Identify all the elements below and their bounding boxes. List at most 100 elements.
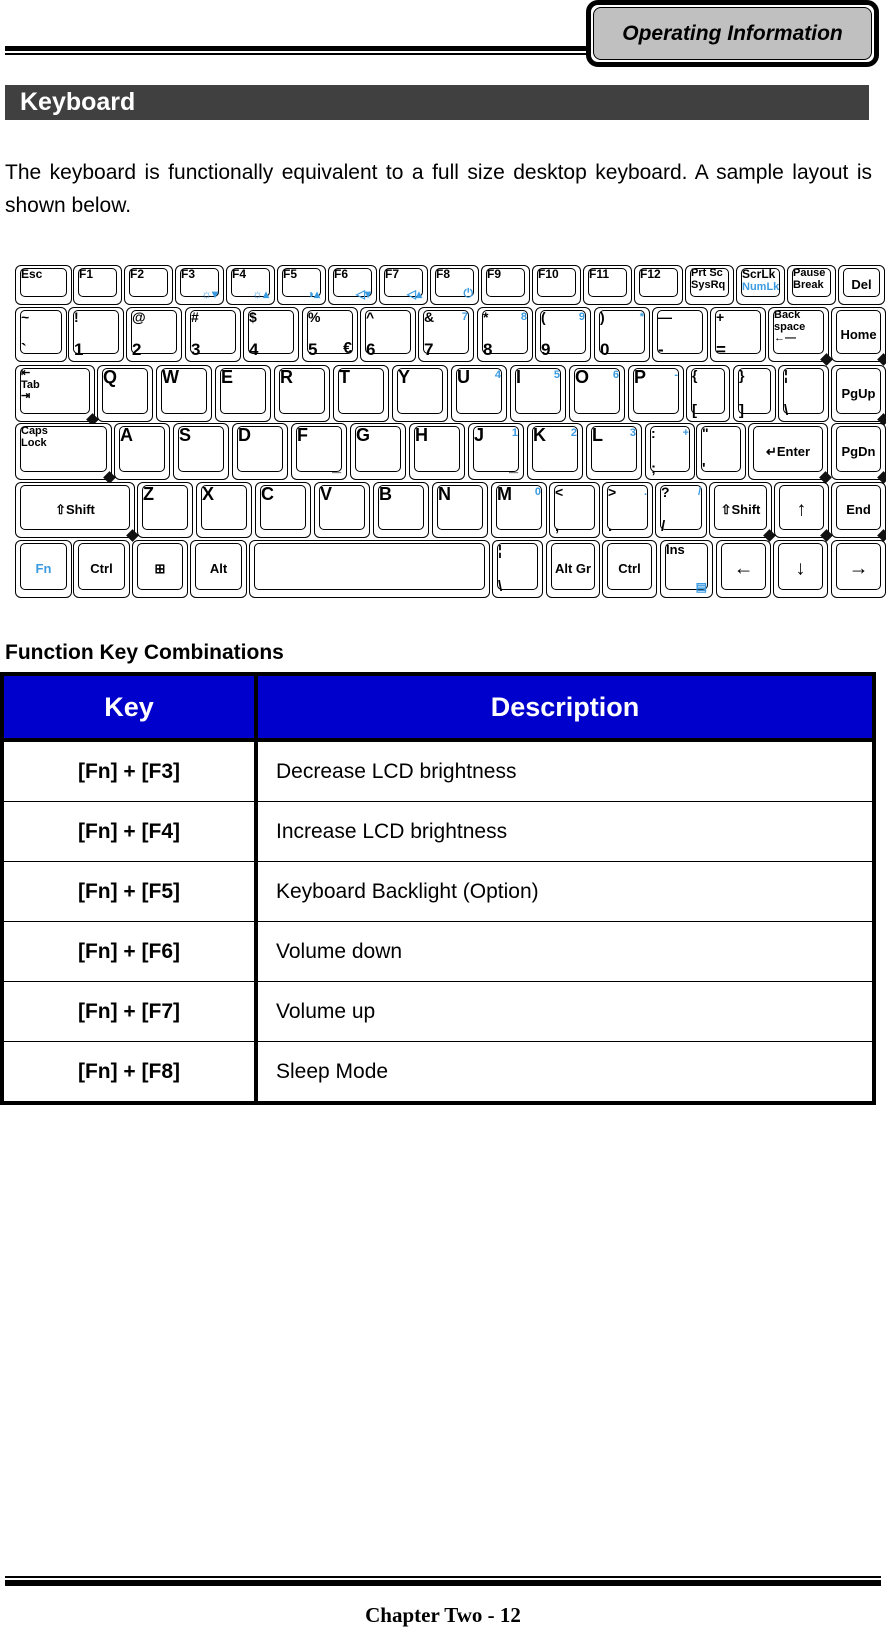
key-shift[interactable]: ⇧Shift: [15, 482, 135, 538]
key-fn-label: 3: [629, 427, 636, 439]
key-key-5-2[interactable]: ⊞: [132, 540, 188, 598]
key-key-1-2[interactable]: @2: [126, 307, 182, 362]
key-key-1-12[interactable]: + =: [710, 307, 766, 362]
key-alt-gr[interactable]: Alt Gr: [546, 540, 600, 598]
keycap: [783, 368, 824, 414]
key-e[interactable]: E: [215, 365, 271, 422]
key-label: ⇧Shift: [55, 502, 95, 518]
key-f3[interactable]: F3 ☼▾: [175, 265, 224, 305]
key-caps[interactable]: Caps Lock: [15, 423, 112, 480]
key-fn[interactable]: Fn: [15, 540, 72, 598]
key-space[interactable]: [249, 540, 490, 598]
key-pause[interactable]: Pause Break: [787, 265, 836, 305]
key-f2[interactable]: F2: [124, 265, 173, 305]
key-key-4-8[interactable]: <,: [549, 482, 600, 538]
key-alt[interactable]: Alt: [190, 540, 247, 598]
key-n[interactable]: N: [432, 482, 488, 538]
key-shift[interactable]: ⇧Shift: [709, 482, 772, 538]
key-k[interactable]: K2: [527, 423, 583, 480]
key-p[interactable]: P-: [628, 365, 684, 422]
key-ins[interactable]: Ins ▤: [660, 540, 713, 598]
key-key-4-9[interactable]: >..: [602, 482, 653, 538]
key-label-bottom: -: [658, 340, 664, 359]
key-key-1-9[interactable]: (9 9: [535, 307, 591, 362]
key-f12[interactable]: F12: [634, 265, 683, 305]
key-label-top: F2: [130, 267, 145, 281]
key-key-1-6[interactable]: ^ 6: [360, 307, 416, 362]
key-j[interactable]: J 1 _: [468, 423, 524, 480]
key-y[interactable]: Y: [392, 365, 448, 422]
key-end[interactable]: End: [831, 482, 886, 538]
key-key-5-5[interactable]: ¦ \: [492, 540, 543, 598]
key-key-2-0[interactable]: ⇤ Tab ⇥: [15, 365, 95, 422]
key-key-5-9[interactable]: ←: [716, 540, 771, 598]
key-ctrl[interactable]: Ctrl: [602, 540, 657, 598]
key-key-2-13[interactable]: ¦ \: [778, 365, 829, 422]
key-label-top: +: [716, 309, 725, 325]
key-f9[interactable]: F9: [481, 265, 530, 305]
key-key-1-4[interactable]: $4: [243, 307, 299, 362]
key-u[interactable]: U4: [451, 365, 507, 422]
key-enter[interactable]: ↵Enter: [748, 423, 828, 480]
key-c[interactable]: C: [255, 482, 311, 538]
key-key-1-5[interactable]: % 5 €: [302, 307, 358, 362]
key-fn-label: 5: [553, 369, 560, 381]
key-pgup[interactable]: PgUp: [831, 365, 886, 422]
key-h[interactable]: H: [409, 423, 465, 480]
key-label-bottom: [: [692, 402, 697, 419]
key-b[interactable]: B: [373, 482, 429, 538]
key-q[interactable]: Q: [97, 365, 153, 422]
key-key-4-12[interactable]: ↑: [774, 482, 829, 538]
key-back[interactable]: Back space ←—: [768, 307, 829, 362]
key-scrlk[interactable]: ScrLk NumLk: [736, 265, 785, 305]
key-key-2-12[interactable]: }]: [733, 365, 776, 422]
key-label: PgUp: [841, 385, 876, 401]
key-f7[interactable]: F7 ◁▴: [379, 265, 428, 305]
key-pgdn[interactable]: PgDn: [831, 423, 886, 480]
key-fn-label: NumLk: [742, 281, 780, 293]
key-l[interactable]: L3: [586, 423, 642, 480]
key-t[interactable]: T: [333, 365, 389, 422]
key-key-1-10[interactable]: ) 0 *: [594, 307, 650, 362]
key-key-2-11[interactable]: {[: [686, 365, 730, 422]
key-key-1-1[interactable]: ! 1: [68, 307, 124, 362]
key-label: ↓: [795, 557, 806, 580]
key-x[interactable]: X: [196, 482, 252, 538]
key-z[interactable]: Z: [137, 482, 193, 538]
key-key-1-8[interactable]: * 8 8: [477, 307, 533, 362]
key-f5[interactable]: F5 ◑▴: [277, 265, 326, 305]
key-w[interactable]: W: [156, 365, 212, 422]
key-label-top: @: [132, 309, 146, 325]
key-v[interactable]: V: [314, 482, 370, 538]
key-key-4-10[interactable]: ? / /: [655, 482, 707, 538]
key-d[interactable]: D: [232, 423, 288, 480]
key-f1[interactable]: F1: [73, 265, 122, 305]
key-key-1-3[interactable]: #3: [185, 307, 241, 362]
key-g[interactable]: G: [350, 423, 406, 480]
key-label-top: Ins: [666, 542, 685, 557]
key-key-1-0[interactable]: ~ `: [15, 307, 67, 362]
key-f8[interactable]: F8 ⏻: [430, 265, 479, 305]
key-f6[interactable]: F6 ◁▾: [328, 265, 377, 305]
key-home[interactable]: Home: [831, 307, 886, 362]
key-key-1-11[interactable]: — -: [652, 307, 708, 362]
key-f4[interactable]: F4 ☼▴: [226, 265, 275, 305]
key-esc[interactable]: Esc: [15, 265, 72, 305]
key-key-5-10[interactable]: ↓: [773, 540, 828, 598]
key-key-3-11[interactable]: " ': [696, 423, 746, 480]
key-s[interactable]: S: [173, 423, 229, 480]
key-f11[interactable]: F11: [583, 265, 632, 305]
key-i[interactable]: I5: [510, 365, 566, 422]
key-o[interactable]: O6: [569, 365, 625, 422]
key-a[interactable]: A: [114, 423, 170, 480]
key-key-5-11[interactable]: →: [831, 540, 886, 598]
key-f10[interactable]: F10: [532, 265, 581, 305]
key-ctrl[interactable]: Ctrl: [73, 540, 130, 598]
key-r[interactable]: R: [274, 365, 330, 422]
key-f[interactable]: F _: [291, 423, 347, 480]
key-del[interactable]: Del: [838, 265, 885, 305]
key-prt-sc[interactable]: Prt Sc SysRq: [685, 265, 734, 305]
key-m[interactable]: M0: [491, 482, 547, 538]
key-key-3-10[interactable]: :; +: [645, 423, 695, 480]
key-key-1-7[interactable]: & 7 7: [418, 307, 474, 362]
